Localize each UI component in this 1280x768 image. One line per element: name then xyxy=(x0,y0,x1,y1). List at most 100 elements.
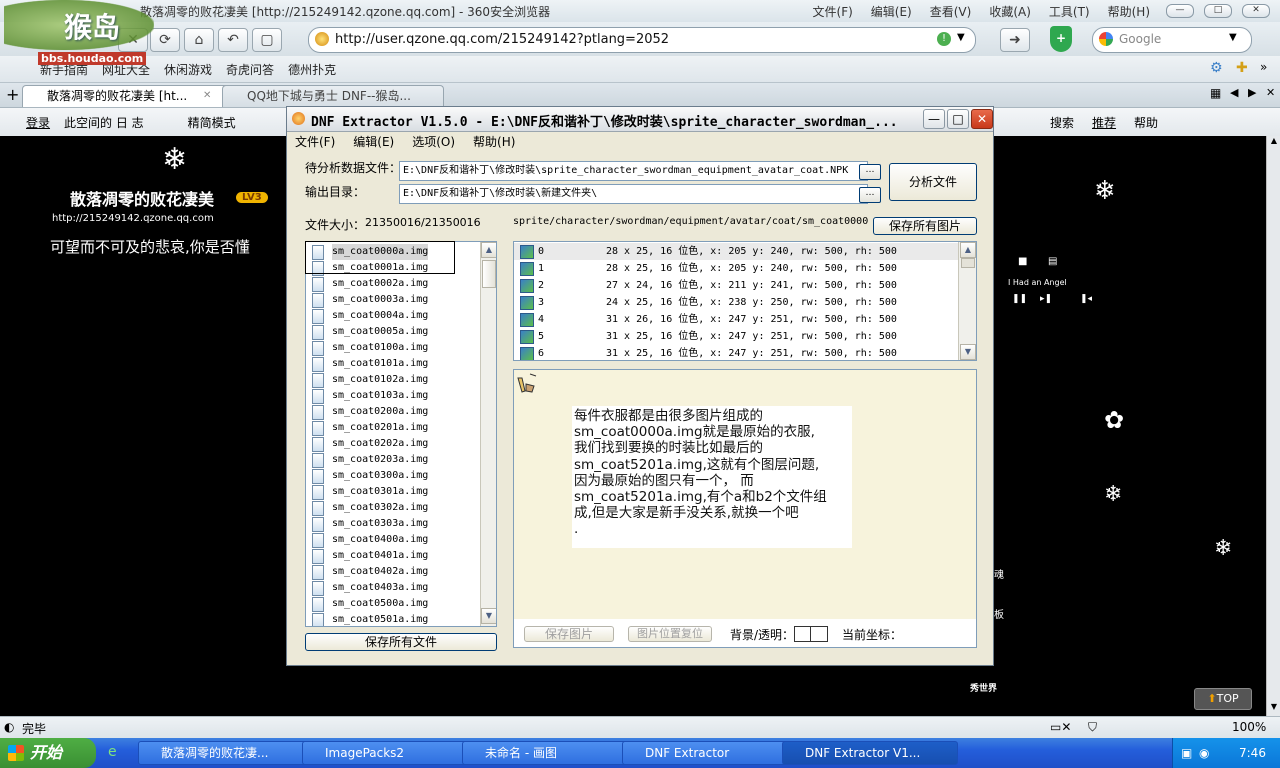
scroll-down-icon[interactable]: ▼ xyxy=(481,608,496,624)
close-icon[interactable]: ✕ xyxy=(203,86,211,106)
recommend-link[interactable]: 推荐 xyxy=(1092,114,1116,131)
file-list-item[interactable]: sm_coat0301a.img xyxy=(306,484,482,500)
tab-list-icon[interactable]: ▦ xyxy=(1210,86,1221,100)
menu-view[interactable]: 查看(V) xyxy=(930,3,972,20)
menu-edit[interactable]: 编辑(E) xyxy=(871,3,912,20)
dnf-minimize-button[interactable]: — xyxy=(923,109,945,129)
file-list-item[interactable]: sm_coat0002a.img xyxy=(306,276,482,292)
shield-icon[interactable]: ⛉ xyxy=(1088,720,1097,735)
new-tab-icon[interactable]: + xyxy=(6,85,19,104)
favorite-poker[interactable]: 德州扑克 xyxy=(288,61,336,78)
file-list-item[interactable]: sm_coat0400a.img xyxy=(306,532,482,548)
tab-next-icon[interactable]: ▶ xyxy=(1248,86,1256,99)
file-list[interactable]: sm_coat0000a.img sm_coat0001a.img sm_coat0… xyxy=(305,241,497,627)
skip-icon[interactable]: ❚◂ xyxy=(1080,294,1092,304)
file-list-item[interactable]: sm_coat0402a.img xyxy=(306,564,482,580)
blog-url[interactable]: http://215249142.qzone.qq.com xyxy=(52,213,214,224)
dnf-menu-options[interactable]: 选项(O) xyxy=(412,132,455,152)
refresh-button[interactable]: ⟳ xyxy=(150,28,180,52)
blog-link[interactable]: 此空间的 日 志 xyxy=(64,114,144,131)
tab-prev-icon[interactable]: ◀ xyxy=(1230,86,1238,99)
top-button[interactable]: ⬆TOP xyxy=(1194,688,1252,710)
address-bar[interactable]: http://user.qzone.qq.com/215249142?ptlan… xyxy=(308,27,976,53)
play-icon[interactable]: ■ xyxy=(1018,256,1027,267)
scroll-thumb[interactable] xyxy=(961,258,975,268)
frame-row[interactable]: 4 31 x 26, 16 位色, x: 247 y: 251, rw: 500,… xyxy=(514,311,958,328)
tab-houdao[interactable]: QQ地下城与勇士 DNF--猴岛... xyxy=(222,85,444,107)
frame-row[interactable]: 3 24 x 25, 16 位色, x: 238 y: 250, rw: 500,… xyxy=(514,294,958,311)
dnf-menu-file[interactable]: 文件(F) xyxy=(295,132,335,152)
go-button[interactable]: ➜ xyxy=(1000,28,1030,52)
frame-row[interactable]: 5 31 x 25, 16 位色, x: 247 y: 251, rw: 500,… xyxy=(514,328,958,345)
zoom-level[interactable]: 100% xyxy=(1232,720,1266,734)
file-list-item[interactable]: sm_coat0201a.img xyxy=(306,420,482,436)
close-icon[interactable]: ✕ xyxy=(1266,86,1275,99)
image-preview[interactable]: 每件衣服都是由很多图片组成的 sm_coat0000a.img就是最原始的衣服, 我… xyxy=(513,369,977,621)
save-all-files-button[interactable]: 保存所有文件 xyxy=(305,633,497,651)
plugin-icon[interactable]: ✚ xyxy=(1236,60,1248,76)
scroll-down-icon[interactable]: ▼ xyxy=(960,344,976,360)
window-button[interactable]: ▢ xyxy=(252,28,282,52)
browse-output-button[interactable]: … xyxy=(859,187,881,203)
file-list-item[interactable]: sm_coat0005a.img xyxy=(306,324,482,340)
menu-tools[interactable]: 工具(T) xyxy=(1049,3,1090,20)
task-dnf-extractor[interactable]: DNF Extractor V1... xyxy=(782,741,958,765)
analyze-file-button[interactable]: 分析文件 xyxy=(889,163,977,201)
file-list-item[interactable]: sm_coat0302a.img xyxy=(306,500,482,516)
page-scrollbar[interactable]: ▲ ▼ xyxy=(1266,136,1280,716)
search-input[interactable]: Google ▼ xyxy=(1092,27,1252,53)
file-list-item[interactable]: sm_coat0003a.img xyxy=(306,292,482,308)
dnf-menu-edit[interactable]: 编辑(E) xyxy=(353,132,394,152)
dnf-maximize-button[interactable]: □ xyxy=(947,109,969,129)
pause-icon[interactable]: ❚❚ xyxy=(1012,294,1027,304)
network-icon[interactable]: ▣ xyxy=(1181,746,1192,760)
browse-input-button[interactable]: … xyxy=(859,164,881,180)
next-icon[interactable]: ▸❚ xyxy=(1040,294,1052,304)
file-list-item[interactable]: sm_coat0300a.img xyxy=(306,468,482,484)
scroll-up-icon[interactable]: ▲ xyxy=(481,242,496,258)
save-image-button[interactable]: 保存图片 xyxy=(524,626,614,642)
favorite-qa[interactable]: 奇虎问答 xyxy=(226,61,274,78)
more-icon[interactable]: » xyxy=(1260,60,1267,74)
tray-icon[interactable]: ◉ xyxy=(1199,746,1209,760)
file-list-item[interactable]: sm_coat0101a.img xyxy=(306,356,482,372)
undo-close-button[interactable]: ↶ xyxy=(218,28,248,52)
task-paint[interactable]: 未命名 - 画图 xyxy=(462,741,638,765)
help-link[interactable]: 帮助 xyxy=(1134,114,1158,131)
file-list-item[interactable]: sm_coat0501a.img xyxy=(306,612,482,626)
chevron-down-icon[interactable]: ▼ xyxy=(957,32,965,43)
file-list-item[interactable]: sm_coat0100a.img xyxy=(306,340,482,356)
frame-row[interactable]: 2 27 x 24, 16 位色, x: 211 y: 241, rw: 500,… xyxy=(514,277,958,294)
task-dnf-folder[interactable]: DNF Extractor xyxy=(622,741,798,765)
browser-close-button[interactable]: ✕ xyxy=(1242,4,1270,18)
file-list-item[interactable]: sm_coat0102a.img xyxy=(306,372,482,388)
input-file-field[interactable]: E:\DNF反和谐补丁\修改时装\sprite_character_swordm… xyxy=(399,161,868,181)
frame-list[interactable]: 0 28 x 25, 16 位色, x: 205 y: 240, rw: 500,… xyxy=(513,241,977,361)
task-browser[interactable]: 散落凋零的败花凄... xyxy=(138,741,314,765)
reset-position-button[interactable]: 图片位置复位 xyxy=(628,626,712,642)
file-list-item[interactable]: sm_coat0000a.img xyxy=(306,244,482,260)
frame-row[interactable]: 6 31 x 25, 16 位色, x: 247 y: 251, rw: 500,… xyxy=(514,345,958,360)
menu-favorites[interactable]: 收藏(A) xyxy=(989,3,1031,20)
frame-list-scrollbar[interactable]: ▲ ▼ xyxy=(958,242,976,360)
tab-qzone[interactable]: 散落凋零的败花凄美 [ht... ✕ xyxy=(22,85,240,107)
frame-row[interactable]: 1 28 x 25, 16 位色, x: 205 y: 240, rw: 500,… xyxy=(514,260,958,277)
simple-mode-link[interactable]: 精简模式 xyxy=(188,114,236,131)
frame-row[interactable]: 0 28 x 25, 16 位色, x: 205 y: 240, rw: 500,… xyxy=(514,243,958,260)
menu-help[interactable]: 帮助(H) xyxy=(1108,3,1150,20)
ie-icon[interactable]: e xyxy=(108,744,117,760)
file-list-item[interactable]: sm_coat0004a.img xyxy=(306,308,482,324)
search-link[interactable]: 搜索 xyxy=(1050,114,1074,131)
start-button[interactable]: 开始 xyxy=(0,738,96,768)
task-imagepacks[interactable]: ImagePacks2 xyxy=(302,741,478,765)
gear-icon[interactable]: ⚙ xyxy=(1210,60,1223,76)
browser-minimize-button[interactable]: — xyxy=(1166,4,1194,18)
file-list-item[interactable]: sm_coat0303a.img xyxy=(306,516,482,532)
file-list-item[interactable]: sm_coat0103a.img xyxy=(306,388,482,404)
shield-icon[interactable]: + xyxy=(1050,26,1072,52)
chevron-down-icon[interactable]: ▼ xyxy=(1229,32,1237,43)
dnf-menu-help[interactable]: 帮助(H) xyxy=(473,132,515,152)
file-list-item[interactable]: sm_coat0401a.img xyxy=(306,548,482,564)
favorite-games[interactable]: 休闲游戏 xyxy=(164,61,212,78)
file-list-item[interactable]: sm_coat0202a.img xyxy=(306,436,482,452)
